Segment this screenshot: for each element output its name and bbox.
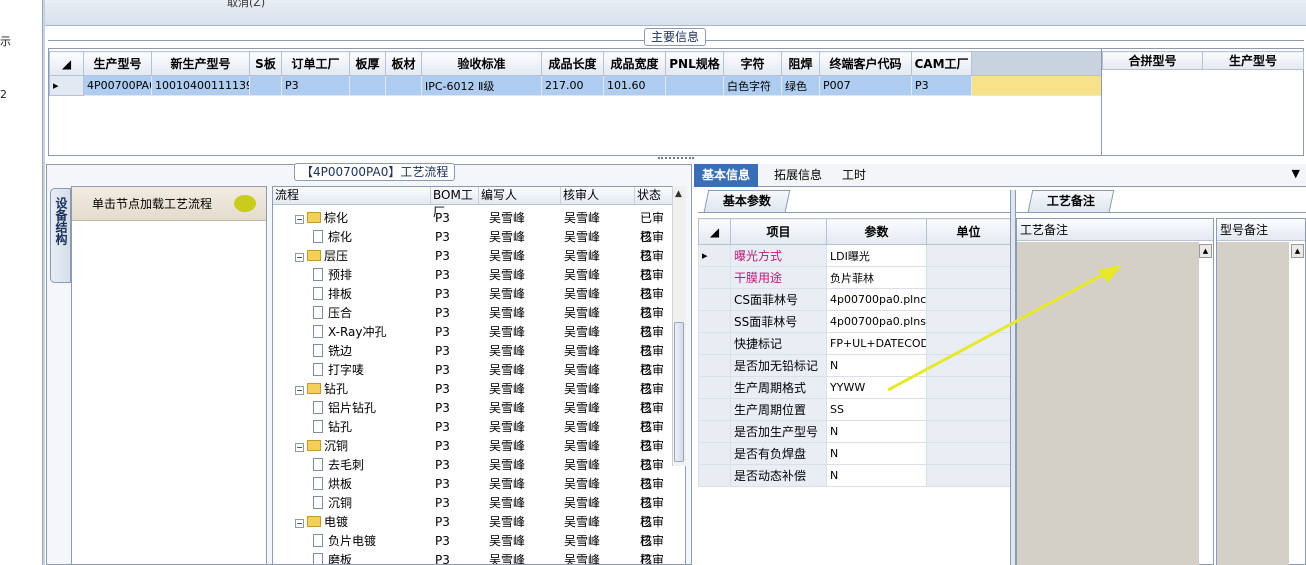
annotation-arrow	[887, 265, 1122, 392]
arrow-head	[1098, 265, 1122, 283]
arrow-line	[887, 270, 1109, 392]
